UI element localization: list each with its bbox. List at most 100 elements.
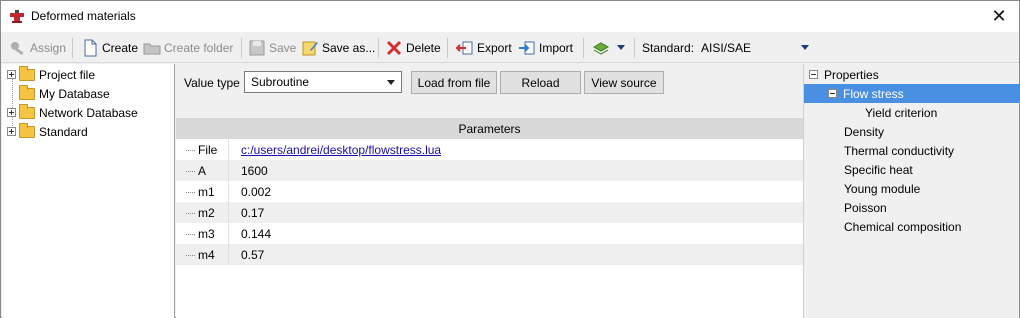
param-name: m1 <box>176 185 228 199</box>
property-label: Specific heat <box>844 162 913 177</box>
param-name: File <box>176 143 228 157</box>
create-folder-label: Create folder <box>164 40 234 55</box>
save-as-button[interactable]: Save as... <box>301 36 375 59</box>
reload-button[interactable]: Reload <box>500 71 581 94</box>
tree-item-my-database[interactable]: My Database <box>19 84 110 103</box>
value-type-label: Value type <box>184 76 240 90</box>
chevron-down-icon <box>387 80 395 85</box>
properties-root[interactable]: Properties <box>804 65 1020 84</box>
title-bar: Deformed materials ✕ <box>1 1 1019 32</box>
folder-icon <box>19 103 35 119</box>
param-row-a: A 1600 <box>176 160 803 181</box>
collapse-icon[interactable] <box>828 89 837 98</box>
create-label: Create <box>102 40 139 55</box>
anvil-icon <box>9 9 25 25</box>
collapse-icon[interactable] <box>809 70 818 79</box>
property-label: Thermal conductivity <box>844 143 955 158</box>
save-as-icon <box>301 39 319 57</box>
import-icon <box>518 39 536 57</box>
folder-icon <box>19 65 35 81</box>
export-button[interactable]: Export <box>455 36 512 59</box>
load-from-file-button[interactable]: Load from file <box>411 71 497 94</box>
green-layers-icon <box>592 39 610 57</box>
expand-icon[interactable] <box>7 108 16 117</box>
view-source-button[interactable]: View source <box>584 71 664 94</box>
export-label: Export <box>477 40 512 55</box>
param-name: m3 <box>176 227 228 241</box>
parameters-panel: Value type Subroutine Load from file Rel… <box>176 64 803 318</box>
folder-icon <box>19 122 35 138</box>
property-label: Chemical composition <box>844 219 962 234</box>
properties-root-label: Properties <box>824 67 879 82</box>
assign-label: Assign <box>30 40 67 55</box>
chevron-down-icon <box>801 45 809 50</box>
close-icon[interactable]: ✕ <box>991 6 1006 27</box>
expand-icon[interactable] <box>7 70 16 79</box>
param-row-file: File c:/users/andrei/desktop/flowstress.… <box>176 139 803 160</box>
param-value[interactable]: 1600 <box>229 164 268 178</box>
property-label: Young module <box>844 181 921 196</box>
delete-label: Delete <box>406 40 441 55</box>
property-label: Poisson <box>844 200 887 215</box>
property-label: Flow stress <box>843 86 904 101</box>
property-flow-stress[interactable]: Flow stress <box>804 84 1020 103</box>
param-name: A <box>176 164 228 178</box>
param-value[interactable]: 0.17 <box>229 206 264 220</box>
layers-dropdown-button[interactable] <box>592 36 625 59</box>
delete-button[interactable]: Delete <box>385 36 441 59</box>
folder-icon <box>19 84 35 100</box>
import-label: Import <box>539 40 574 55</box>
property-young-module[interactable]: Young module <box>804 179 1020 198</box>
save-as-label: Save as... <box>322 40 376 55</box>
standard-label: Standard: <box>642 41 695 55</box>
param-row-m1: m1 0.002 <box>176 181 803 202</box>
deformed-materials-window: Deformed materials ✕ Assign Create Creat… <box>0 0 1020 318</box>
param-row-m4: m4 0.57 <box>176 244 803 265</box>
tree-item-project-file[interactable]: Project file <box>7 65 95 84</box>
delete-x-icon <box>385 39 403 57</box>
param-value[interactable]: 0.144 <box>229 227 271 241</box>
properties-panel: Properties Flow stress Yield criterion D… <box>803 64 1020 318</box>
assign-button[interactable]: Assign <box>9 36 66 59</box>
param-value[interactable]: 0.57 <box>229 248 264 262</box>
toolbar-separator <box>241 38 242 58</box>
toolbar-separator <box>583 38 584 58</box>
property-specific-heat[interactable]: Specific heat <box>804 160 1020 179</box>
floppy-disk-icon <box>248 39 266 57</box>
value-type-select[interactable]: Subroutine <box>244 71 402 93</box>
standard-value: AISI/SAE <box>701 40 752 55</box>
close-button[interactable]: ✕ <box>979 1 1019 32</box>
property-chemical-composition[interactable]: Chemical composition <box>804 217 1020 236</box>
create-button[interactable]: Create <box>81 36 138 59</box>
save-button[interactable]: Save <box>248 36 296 59</box>
property-poisson[interactable]: Poisson <box>804 198 1020 217</box>
property-thermal-conductivity[interactable]: Thermal conductivity <box>804 141 1020 160</box>
param-value-file-link[interactable]: c:/users/andrei/desktop/flowstress.lua <box>229 143 441 157</box>
window-title: Deformed materials <box>31 9 136 23</box>
tree-item-network-database[interactable]: Network Database <box>7 103 138 122</box>
assign-icon <box>9 39 27 57</box>
param-value[interactable]: 0.002 <box>229 185 271 199</box>
parameters-header: Parameters <box>176 118 803 139</box>
create-folder-button[interactable]: Create folder <box>143 36 233 59</box>
value-type-selected: Subroutine <box>251 75 310 89</box>
toolbar-separator <box>447 38 448 58</box>
import-button[interactable]: Import <box>518 36 573 59</box>
toolbar: Assign Create Create folder Save Save as… <box>1 32 1019 63</box>
param-name: m4 <box>176 248 228 262</box>
tree-item-standard[interactable]: Standard <box>7 122 88 141</box>
property-density[interactable]: Density <box>804 122 1020 141</box>
material-tree: Project file My Database Network Databas… <box>2 64 175 318</box>
expand-icon[interactable] <box>7 127 16 136</box>
folder-icon <box>143 39 161 57</box>
param-row-m2: m2 0.17 <box>176 202 803 223</box>
parameters-empty-area <box>176 265 803 318</box>
toolbar-separator <box>634 38 635 58</box>
standard-select[interactable]: AISI/SAE <box>701 36 813 59</box>
save-label: Save <box>269 40 297 55</box>
tree-item-label: My Database <box>39 86 110 101</box>
property-yield-criterion[interactable]: Yield criterion <box>804 103 1020 122</box>
tree-item-label: Network Database <box>39 105 138 120</box>
param-name: m2 <box>176 206 228 220</box>
chevron-down-icon <box>617 45 625 50</box>
